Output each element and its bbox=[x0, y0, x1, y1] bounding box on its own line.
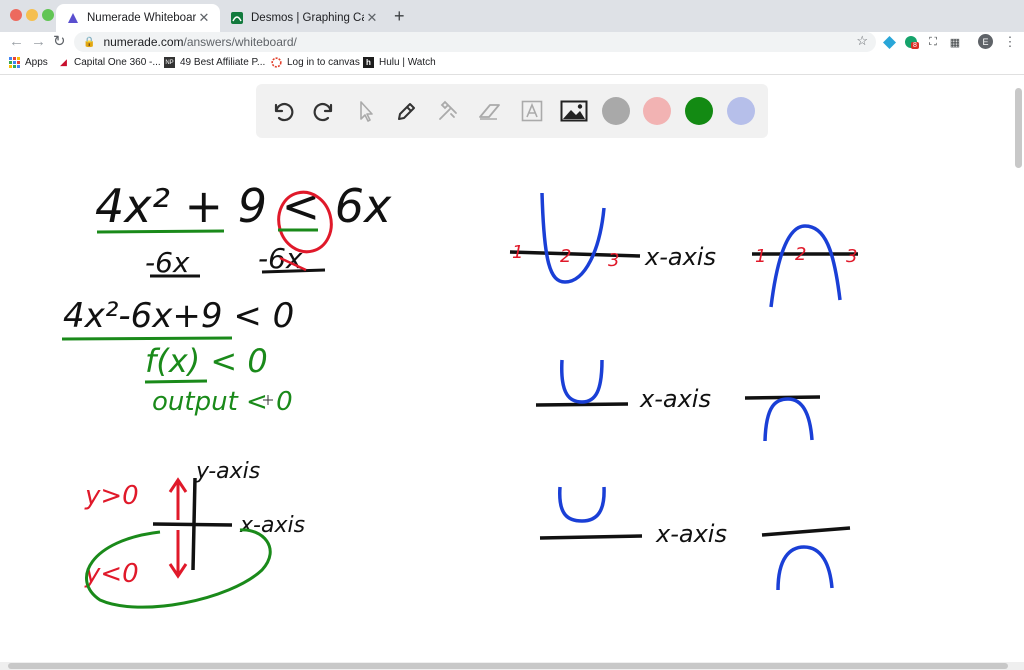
row3-axis-right bbox=[761, 526, 851, 537]
row2-x-axis-label: x-axis bbox=[639, 385, 711, 413]
row3-parabola-up bbox=[558, 486, 606, 523]
subtract-6x-left: -6x bbox=[145, 246, 190, 279]
underline-black-2 bbox=[261, 268, 326, 274]
vertical-scrollbar[interactable] bbox=[1015, 88, 1022, 168]
equation-line-4: f(x) < 0 bbox=[145, 342, 268, 380]
row1-parabola-up bbox=[540, 192, 606, 284]
sketch-x-axis bbox=[152, 522, 233, 527]
equation-line-1: 4x² + 9 < 6x bbox=[95, 179, 392, 233]
horizontal-scrollbar[interactable] bbox=[0, 662, 1024, 670]
y-greater-label: y>0 bbox=[84, 481, 139, 511]
row3-axis-left bbox=[539, 534, 643, 540]
row1-axis-left bbox=[509, 250, 641, 258]
equation-line-5: output < 0 bbox=[152, 387, 293, 417]
equation-line-3: 4x²-6x+9 < 0 bbox=[63, 296, 294, 336]
row2-parabola-up bbox=[560, 359, 604, 404]
row3-x-axis-label: x-axis bbox=[655, 520, 727, 548]
horizontal-scroll-thumb[interactable] bbox=[8, 663, 1008, 669]
row1-tick-1b: 1 bbox=[755, 246, 766, 267]
row1-tick-3: 3 bbox=[608, 250, 619, 271]
underline-green-4 bbox=[144, 379, 208, 384]
row1-parabola-down bbox=[769, 224, 842, 308]
underline-green-3 bbox=[61, 336, 233, 341]
row1-tick-1: 1 bbox=[512, 242, 523, 263]
red-arrow-up bbox=[168, 477, 188, 520]
underline-green-1 bbox=[96, 229, 225, 234]
row2-parabola-down bbox=[763, 397, 814, 442]
row1-tick-2: 2 bbox=[560, 246, 571, 267]
row1-tick-2b: 2 bbox=[795, 244, 806, 265]
row3-parabola-down bbox=[776, 545, 834, 591]
row1-tick-3b: 3 bbox=[846, 246, 857, 267]
whiteboard-ink-layer: 4x² + 9 < 6x -6x -6x 4x²-6x+9 < 0 f(x) <… bbox=[61, 179, 858, 609]
row2-axis-left bbox=[535, 402, 629, 407]
y-axis-label: y-axis bbox=[195, 459, 260, 484]
row1-x-axis-label: x-axis bbox=[644, 243, 716, 271]
x-axis-label: x-axis bbox=[239, 513, 305, 538]
red-arrow-down bbox=[168, 530, 188, 579]
